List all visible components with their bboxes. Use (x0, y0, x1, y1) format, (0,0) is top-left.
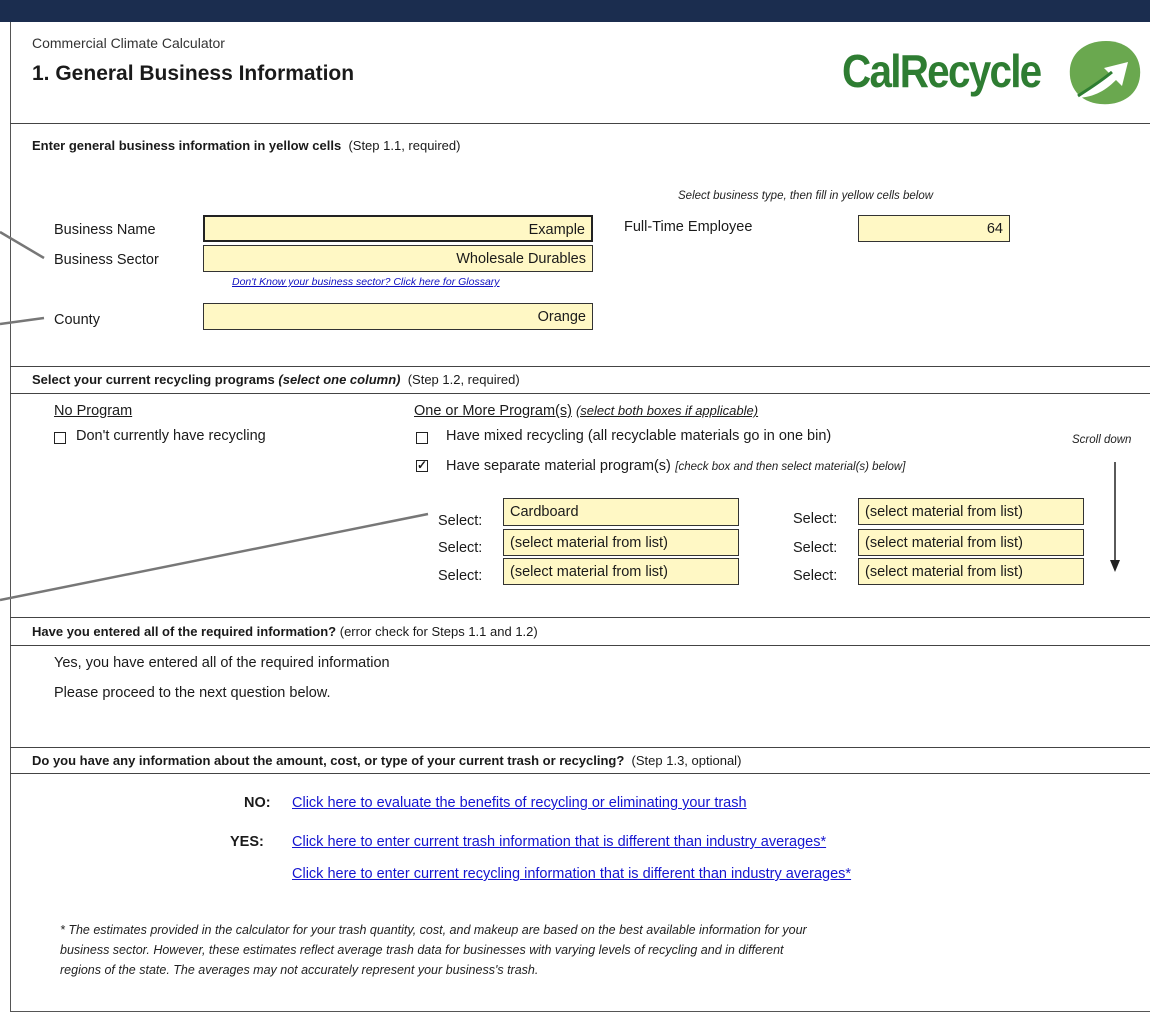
arrow-down-icon (1110, 462, 1120, 572)
material-select-6[interactable]: (select material from list) (858, 558, 1084, 585)
evaluate-benefits-link[interactable]: Click here to evaluate the benefits of r… (292, 795, 747, 811)
footnote-line-3: regions of the state. The averages may n… (60, 963, 539, 977)
select-label: Select: (793, 540, 838, 556)
material-select-4[interactable]: (select material from list) (858, 498, 1084, 525)
calrecycle-logo-text: CalRecycle (842, 45, 1042, 97)
one-or-more-header: One or More Program(s) (select both boxe… (414, 403, 759, 419)
material-select-1[interactable]: Cardboard (503, 498, 739, 526)
recycle-leaf-icon (1069, 41, 1141, 105)
material-select-2[interactable]: (select material from list) (503, 529, 739, 556)
divider (10, 773, 1150, 774)
error-check-line-1: Yes, you have entered all of the require… (54, 655, 390, 671)
step-1-3-heading: Do you have any information about the am… (32, 753, 742, 768)
material-select-5[interactable]: (select material from list) (858, 529, 1084, 556)
business-type-hint: Select business type, then fill in yello… (678, 190, 934, 202)
trash-info-link[interactable]: Click here to enter current trash inform… (292, 834, 826, 850)
error-check-line-2: Please proceed to the next question belo… (54, 685, 331, 701)
mixed-recycling-label: Have mixed recycling (all recyclable mat… (446, 428, 832, 444)
no-label: NO: (244, 795, 271, 811)
divider (10, 747, 1150, 748)
employee-field[interactable]: 64 (858, 215, 1010, 242)
scroll-hint: Scroll down (1072, 434, 1132, 446)
divider (10, 645, 1150, 646)
error-check-heading: Have you entered all of the required inf… (32, 624, 538, 639)
footnote-line-1: * The estimates provided in the calculat… (60, 923, 807, 937)
footnote-line-2: business sector. However, these estimate… (60, 943, 784, 957)
select-label: Select: (793, 511, 838, 527)
select-label: Select: (793, 568, 838, 584)
employee-label: Full-Time Employee (624, 219, 753, 235)
recycling-info-link[interactable]: Click here to enter current recycling in… (292, 866, 851, 882)
yes-label: YES: (230, 834, 264, 850)
separate-program-label: Have separate material program(s) [check… (446, 458, 906, 474)
material-select-3[interactable]: (select material from list) (503, 558, 739, 585)
callout-lines (0, 230, 429, 602)
